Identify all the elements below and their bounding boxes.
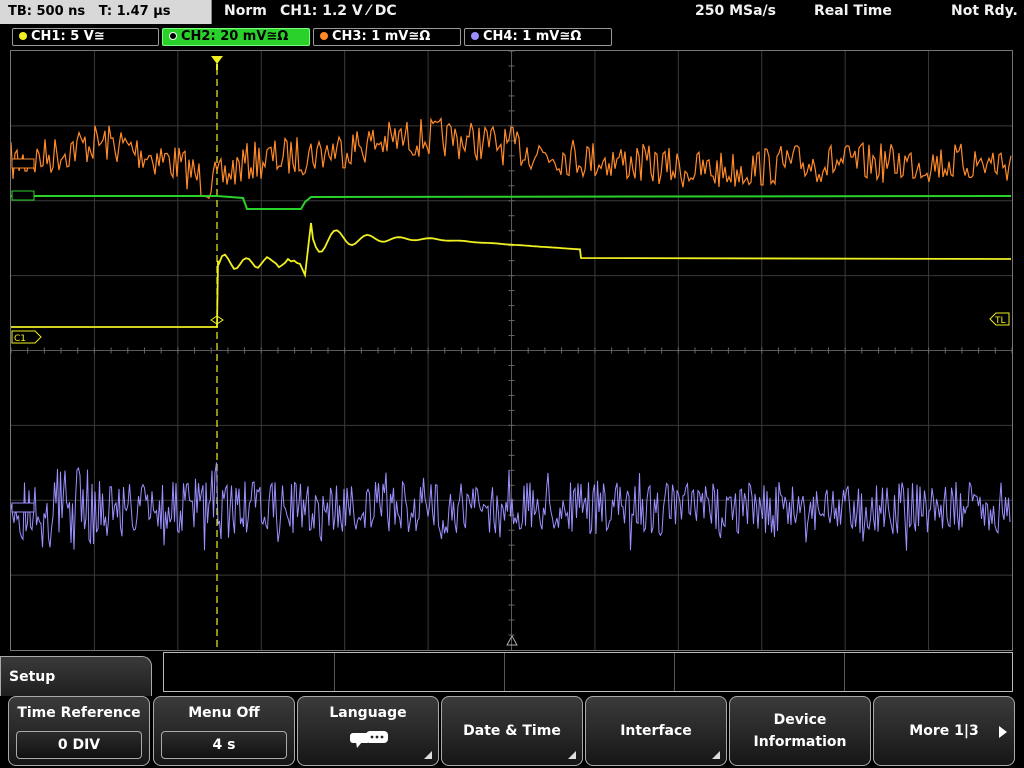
info-cell	[674, 653, 845, 691]
date-time-label: Date & Time	[463, 723, 561, 739]
time-reference-button[interactable]: Time Reference 0 DIV	[8, 696, 150, 766]
channel-ch4-tab[interactable]: CH4: 1 mV≅Ω	[464, 28, 612, 46]
trigger-level-label: TL	[994, 316, 1006, 326]
ch4-label: CH4: 1 mV≅Ω	[483, 29, 582, 44]
channel-ch3-tab[interactable]: CH3: 1 mV≅Ω	[313, 28, 461, 46]
more-button[interactable]: More 1|3	[873, 696, 1015, 766]
acquisition-mode: Real Time	[814, 3, 892, 19]
menu-title: Setup	[0, 656, 152, 696]
timebase-box[interactable]: TB: 500 ns T: 1.47 µs	[0, 0, 212, 24]
device-information-button[interactable]: Device Information	[729, 696, 871, 766]
language-label: Language	[329, 705, 407, 721]
ch3-marker	[11, 158, 35, 169]
ch1-marker[interactable]: C1	[11, 330, 42, 344]
waveform-canvas: C1 TL	[11, 51, 1012, 650]
ch2-marker	[11, 190, 35, 201]
ch1-marker-label: C1	[14, 334, 26, 344]
status-bar: TB: 500 ns T: 1.47 µs Norm CH1: 1.2 V ⁄ …	[0, 0, 1024, 26]
info-strip	[163, 652, 1013, 692]
submenu-icon	[712, 751, 720, 759]
ch4-marker	[11, 502, 35, 513]
ch4-waveform	[11, 462, 1011, 551]
sample-rate: 250 MSa/s	[695, 3, 777, 19]
trigger-settings: CH1: 1.2 V ⁄ DC	[280, 3, 397, 19]
ch2-label: CH2: 20 mV≅Ω	[181, 29, 289, 44]
info-cell	[164, 653, 335, 691]
arrow-right-icon	[999, 726, 1007, 738]
device-info-label-1: Device	[773, 712, 827, 728]
more-label: More 1|3	[909, 723, 979, 739]
channel-ch1-tab[interactable]: CH1: 5 V≅	[12, 28, 159, 46]
ch1-label: CH1: 5 V≅	[31, 29, 105, 44]
trigger-mode: Norm	[224, 3, 267, 19]
device-info-label-2: Information	[753, 734, 847, 750]
ch4-dot-icon	[471, 31, 479, 40]
time-reference-label: Time Reference	[17, 705, 141, 721]
ch3-label: CH3: 1 mV≅Ω	[332, 29, 431, 44]
trigger-position-icon	[211, 56, 223, 64]
menu-off-value: 4 s	[161, 731, 287, 759]
date-time-button[interactable]: Date & Time	[441, 696, 583, 766]
waveform-display[interactable]: C1 TL	[10, 50, 1013, 651]
menu-off-label: Menu Off	[188, 705, 260, 721]
interface-label: Interface	[620, 723, 692, 739]
trigger-time: T: 1.47 µs	[98, 4, 171, 19]
time-reference-value: 0 DIV	[16, 731, 142, 759]
trigger-level-marker[interactable]: TL	[989, 312, 1010, 326]
ch3-dot-icon	[320, 31, 328, 40]
language-button[interactable]: Language	[297, 696, 439, 766]
info-cell	[504, 653, 675, 691]
acquisition-status: Not Rdy.	[951, 3, 1018, 19]
channel-row: CH1: 5 V≅ CH2: 20 mV≅Ω CH3: 1 mV≅Ω CH4: …	[0, 27, 1024, 49]
submenu-icon	[424, 751, 432, 759]
graticule	[11, 51, 1012, 650]
ch1-dot-icon	[19, 31, 27, 40]
menu-off-button[interactable]: Menu Off 4 s	[153, 696, 295, 766]
interface-button[interactable]: Interface	[585, 696, 727, 766]
submenu-icon	[568, 751, 576, 759]
timebase-value: TB: 500 ns	[8, 4, 86, 19]
ch2-dot-icon	[169, 31, 177, 40]
channel-ch2-tab[interactable]: CH2: 20 mV≅Ω	[162, 28, 310, 46]
info-cell	[334, 653, 505, 691]
speech-bubbles-icon	[350, 731, 388, 748]
